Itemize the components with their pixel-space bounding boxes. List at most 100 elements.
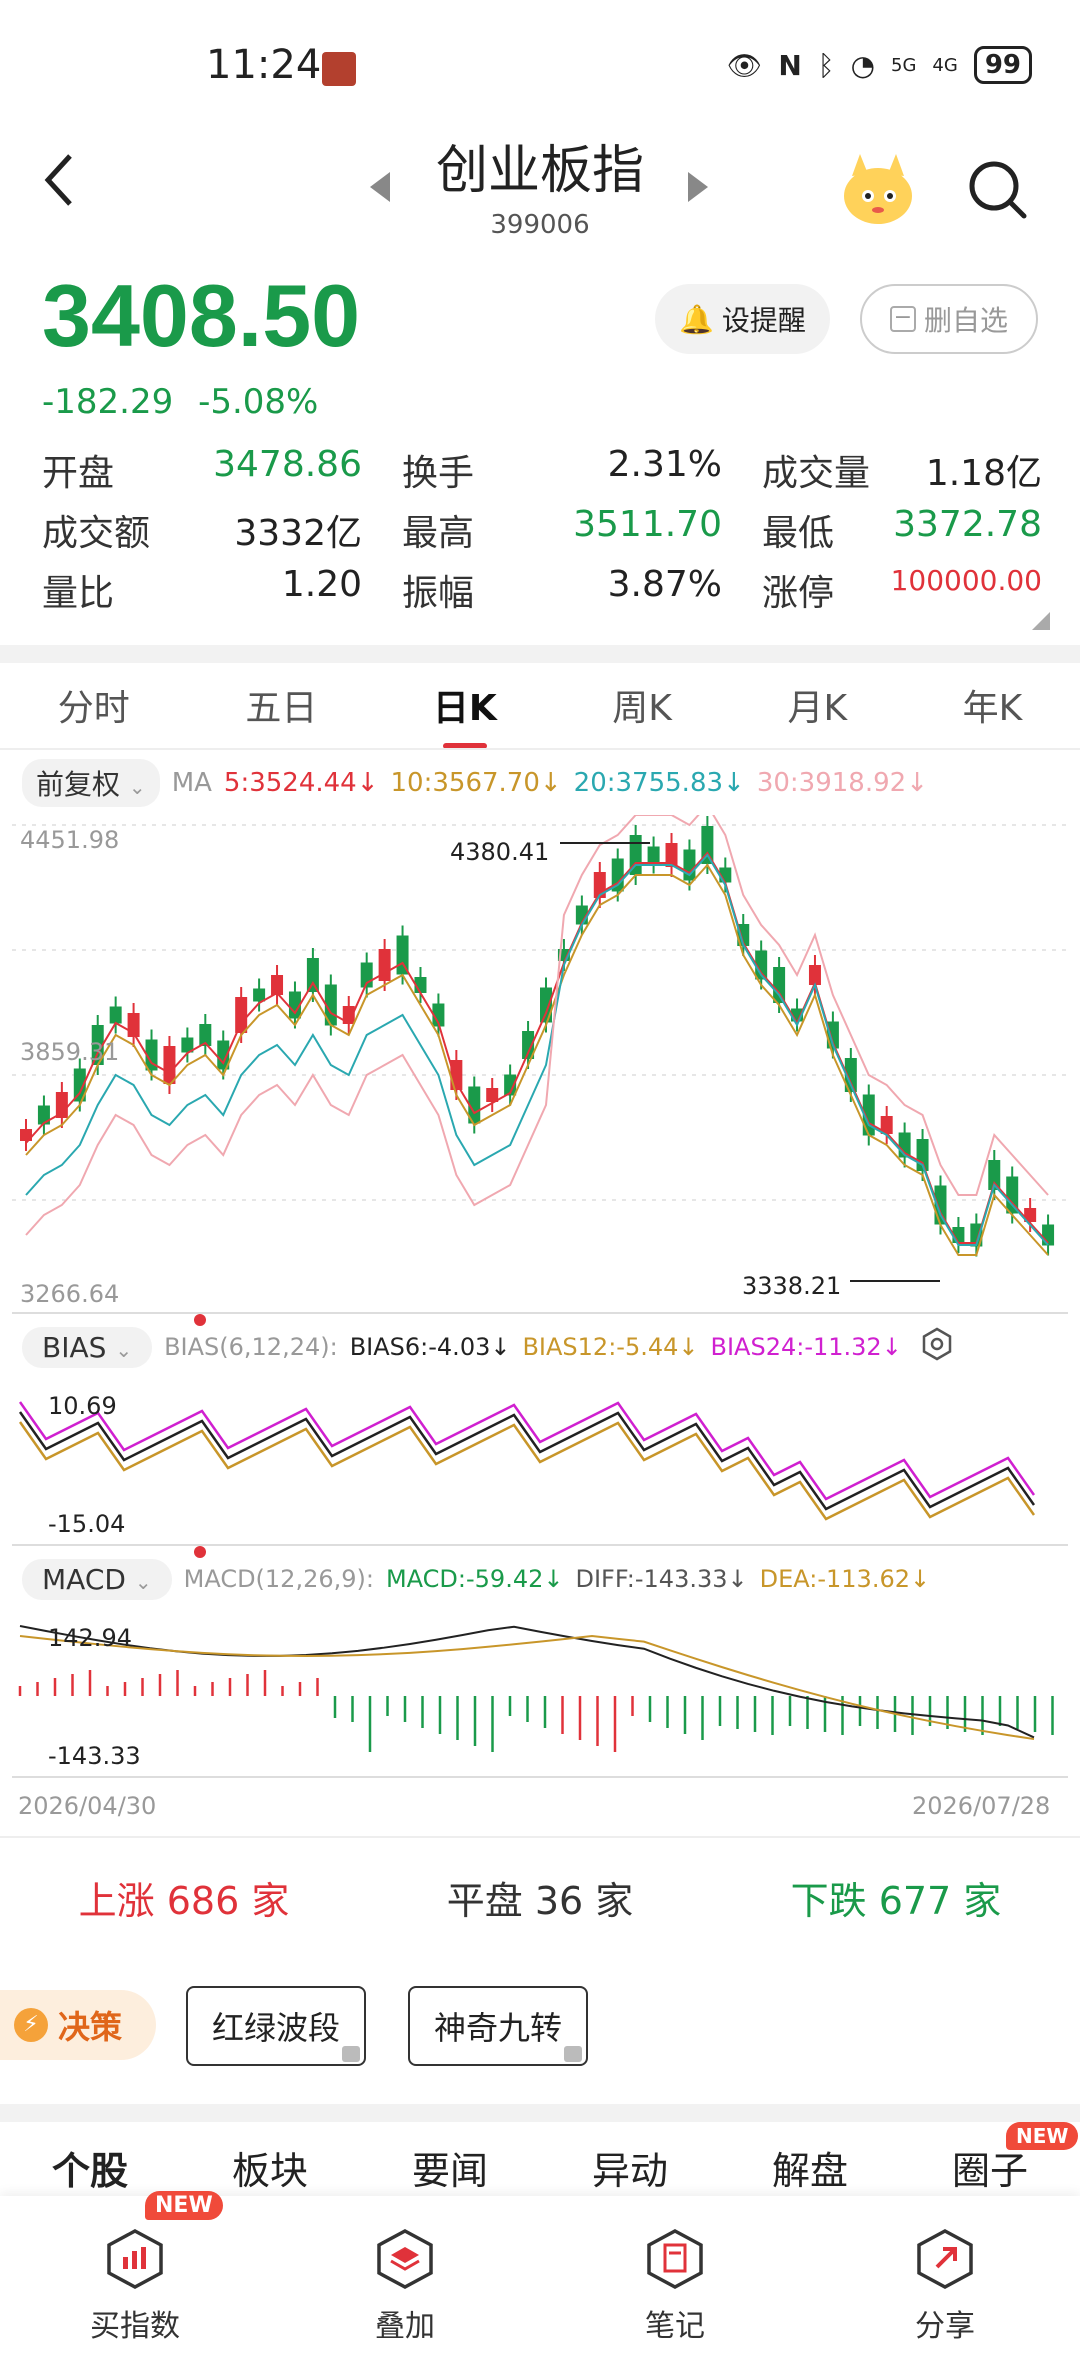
bias-bottom-label: -15.04 xyxy=(48,1510,126,1538)
stat-cell: 量比 1.20 xyxy=(42,564,402,616)
tab-1[interactable]: 五日 xyxy=(245,679,317,731)
stat-value: 100000.00 xyxy=(890,564,1042,597)
page-title: 创业板指 xyxy=(435,141,644,201)
set-alert-button[interactable]: 🔔 设提醒 xyxy=(655,284,830,354)
bias-top-label: 10.69 xyxy=(48,1392,117,1420)
remove-watchlist-button[interactable]: − 删自选 xyxy=(860,284,1038,354)
change-percent: -5.08% xyxy=(198,382,319,422)
nav-label: 分享 xyxy=(915,2309,975,2344)
ma30-value: 30:3918.92↓ xyxy=(756,768,928,798)
magic-nine-button[interactable]: 神奇九转 xyxy=(408,1986,588,2066)
candle xyxy=(773,967,786,1003)
next-stock-button[interactable] xyxy=(686,170,710,208)
nfc-icon: N xyxy=(778,48,802,82)
settings-hexagon-icon[interactable] xyxy=(920,1327,954,1368)
bias-red-dot xyxy=(194,1314,206,1326)
tab-3[interactable]: 周K xyxy=(612,679,672,731)
tab-5[interactable]: 年K xyxy=(963,679,1023,731)
ma5-value: 5:3524.44↓ xyxy=(223,768,379,798)
nav-item-1[interactable]: 叠加 xyxy=(305,2227,505,2345)
section-divider xyxy=(0,2104,1080,2122)
ma5-line xyxy=(25,851,1049,1244)
decision-badge[interactable]: ⚡ 决策 xyxy=(0,1990,156,2060)
nav-item-3[interactable]: 分享 xyxy=(845,2227,1045,2345)
dea-value: DEA:-113.62↓ xyxy=(759,1565,931,1593)
chart-bottom-line xyxy=(12,1776,1068,1778)
bias-params: BIAS(6,12,24): xyxy=(164,1333,338,1361)
macd-bottom-label: -143.33 xyxy=(48,1742,141,1770)
status-icons: 👁 N ᛒ ◔ 5G 4G 99 xyxy=(727,46,1032,84)
macd-legend: MACD ⌄ MACD(12,26,9): MACD:-59.42↓ DIFF:… xyxy=(22,1554,930,1604)
stat-value: 1.18亿 xyxy=(925,453,1042,494)
content-tab-4[interactable]: 解盘 xyxy=(772,2140,848,2195)
tab-0[interactable]: 分时 xyxy=(58,679,130,731)
expand-corner-icon[interactable] xyxy=(1032,612,1050,634)
bias12-value: BIAS12:-5.44↓ xyxy=(522,1333,699,1361)
content-tab-3[interactable]: 异动 xyxy=(592,2140,668,2195)
note-icon xyxy=(647,2229,703,2289)
new-badge: NEW xyxy=(145,2191,223,2220)
stat-cell: 开盘 3478.86 xyxy=(42,444,402,496)
ma10-value: 10:3567.70↓ xyxy=(390,768,562,798)
stats-row: 开盘 3478.86 换手 2.31% 成交量 1.18亿 xyxy=(42,440,1042,500)
stat-value: 1.20 xyxy=(281,564,362,605)
stock-code: 399006 xyxy=(490,210,590,240)
adjust-dropdown[interactable]: 前复权 ⌄ xyxy=(22,759,160,807)
stat-label: 最低 xyxy=(762,513,835,554)
nav-label: 买指数 xyxy=(90,2309,180,2344)
stat-label: 振幅 xyxy=(402,573,475,614)
candle xyxy=(647,846,660,864)
content-tab-2[interactable]: 要闻 xyxy=(412,2140,488,2195)
stat-value: 3332亿 xyxy=(234,513,362,554)
date-start: 2026/04/30 xyxy=(18,1792,157,1820)
macd-top-label: 142.94 xyxy=(48,1624,132,1652)
kline-top-label: 4451.98 xyxy=(20,826,120,854)
up-count: 上涨 686 家 xyxy=(78,1879,290,1923)
macd-dropdown[interactable]: MACD ⌄ xyxy=(22,1558,172,1600)
layers-icon xyxy=(377,2229,433,2289)
section-divider xyxy=(0,645,1080,663)
dea-line xyxy=(19,1635,1035,1741)
mascot-icon[interactable] xyxy=(838,150,918,230)
search-icon[interactable] xyxy=(966,158,1030,226)
lightning-icon: ⚡ xyxy=(14,2008,48,2042)
battery-icon: 99 xyxy=(973,46,1032,84)
content-tab-1[interactable]: 板块 xyxy=(232,2140,308,2195)
change-value: -182.29 xyxy=(42,382,174,422)
bias-divider xyxy=(12,1312,1068,1314)
stat-label: 开盘 xyxy=(42,453,115,494)
bias6-value: BIAS6:-4.03↓ xyxy=(349,1333,511,1361)
stats-row: 成交额 3332亿 最高 3511.70 最低 3372.78 xyxy=(42,500,1042,560)
tab-4[interactable]: 月K xyxy=(787,679,847,731)
decision-label: 决策 xyxy=(58,2008,123,2046)
ma30-line xyxy=(25,803,1049,1236)
stat-value: 3372.78 xyxy=(893,504,1042,545)
nav-item-2[interactable]: 笔记 xyxy=(575,2227,775,2345)
bias-dropdown[interactable]: BIAS ⌄ xyxy=(22,1326,153,1368)
red-green-band-button[interactable]: 红绿波段 xyxy=(186,1986,366,2066)
macd-value: MACD:-59.42↓ xyxy=(385,1565,564,1593)
bottom-nav: 买指数 NEW 叠加 笔记 分享 xyxy=(0,2191,1080,2376)
content-tab-0[interactable]: 个股 xyxy=(52,2140,128,2195)
nav-item-0[interactable]: 买指数 NEW xyxy=(35,2191,235,2345)
macd-chart[interactable] xyxy=(0,1606,1080,1776)
signal-4g-icon: 4G xyxy=(932,54,958,76)
chevron-down-icon: ⌄ xyxy=(115,1337,133,1362)
chevron-down-icon: ⌄ xyxy=(128,775,146,799)
macd-divider xyxy=(12,1544,1068,1546)
kline-chart[interactable] xyxy=(0,803,1080,1315)
stat-label: 成交量 xyxy=(762,453,871,494)
bias-chart[interactable] xyxy=(0,1372,1080,1542)
stat-cell: 涨停 100000.00 xyxy=(762,564,1042,616)
stat-cell: 换手 2.31% xyxy=(402,444,762,496)
content-tabs: 个股 板块 要闻 异动 解盘 圈子 xyxy=(0,2140,1080,2195)
tab-2[interactable]: 日K xyxy=(433,679,497,749)
set-alert-label: 设提醒 xyxy=(721,304,806,337)
current-price: 3408.50 xyxy=(42,266,361,365)
chart-bars-icon xyxy=(107,2229,163,2289)
ma20-value: 20:3755.83↓ xyxy=(573,768,745,798)
quote-stats: 开盘 3478.86 换手 2.31% 成交量 1.18亿 成交额 3332亿 最高 3511.7… xyxy=(42,440,1042,620)
signal-5g-icon: 5G xyxy=(891,54,917,76)
lock-icon xyxy=(342,2046,360,2062)
wifi-icon: ◔ xyxy=(850,48,875,82)
